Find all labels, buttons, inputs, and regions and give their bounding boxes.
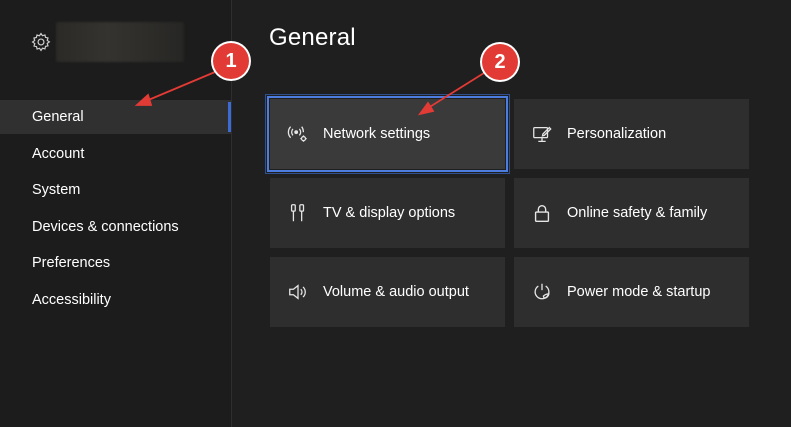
- tile-label: Online safety & family: [567, 205, 708, 221]
- sidebar-item-label: Account: [32, 145, 85, 162]
- tv-display-icon: [287, 202, 309, 224]
- sidebar-header: [30, 22, 184, 62]
- tile-personalization[interactable]: Personalization: [514, 99, 749, 169]
- sidebar-item-devices-connections[interactable]: Devices & connections: [0, 210, 231, 244]
- tile-power-mode-startup[interactable]: Power mode & startup: [514, 257, 749, 327]
- sidebar-item-label: Accessibility: [32, 291, 111, 308]
- sidebar-item-label: Preferences: [32, 255, 111, 271]
- sidebar: General Account System Devices & connect…: [0, 0, 232, 427]
- sidebar-item-label: Devices & connections: [32, 218, 179, 235]
- network-icon: [287, 123, 309, 145]
- tile-label: Volume & audio output: [323, 284, 469, 300]
- tile-label: Personalization: [567, 126, 667, 142]
- settings-app: General Account System Devices & connect…: [0, 0, 791, 427]
- tile-network-settings[interactable]: Network settings: [267, 96, 508, 172]
- sidebar-item-system[interactable]: System: [0, 173, 231, 207]
- tile-label: Power mode & startup: [567, 284, 711, 300]
- tile-tv-display-options[interactable]: TV & display options: [270, 178, 505, 248]
- sidebar-item-account[interactable]: Account: [0, 137, 231, 171]
- tile-volume-audio-output[interactable]: Volume & audio output: [270, 257, 505, 327]
- annotation-badge-2: 2: [482, 44, 518, 80]
- personalization-icon: [531, 123, 553, 145]
- power-icon: [531, 281, 553, 303]
- tile-online-safety-family[interactable]: Online safety & family: [514, 178, 749, 248]
- sidebar-item-label: System: [32, 182, 81, 198]
- lock-icon: [531, 202, 553, 224]
- speaker-icon: [287, 281, 309, 303]
- page-title: General: [269, 24, 356, 51]
- gear-icon: [31, 32, 51, 52]
- tile-label: Network settings: [323, 126, 431, 142]
- sidebar-item-label: General: [32, 109, 84, 125]
- sidebar-item-general[interactable]: General: [0, 100, 231, 134]
- sidebar-nav: General Account System Devices & connect…: [0, 100, 231, 319]
- sidebar-item-accessibility[interactable]: Accessibility: [0, 283, 231, 317]
- annotation-badge-1: 1: [213, 43, 249, 79]
- sidebar-item-preferences[interactable]: Preferences: [0, 246, 231, 280]
- redacted-profile-name: [56, 22, 184, 62]
- tile-label: TV & display options: [323, 205, 456, 221]
